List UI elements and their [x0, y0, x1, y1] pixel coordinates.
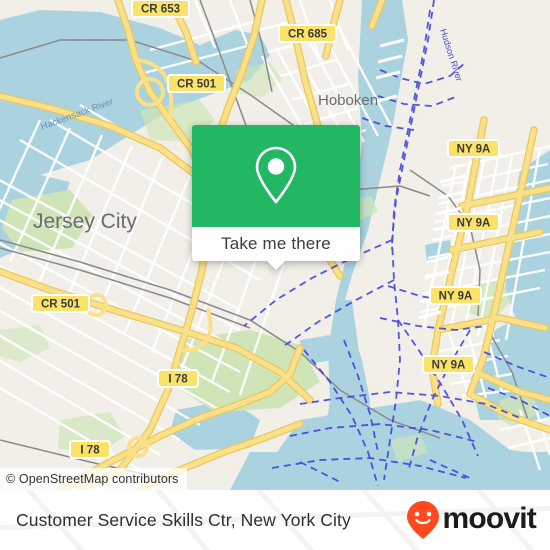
location-title-text: Customer Service Skills Ctr, New York Ci… — [16, 509, 351, 530]
place-label-jersey-city: Jersey City — [33, 210, 137, 233]
location-pin-icon — [255, 146, 297, 204]
route-shield: CR 501 — [167, 74, 226, 93]
place-label-hoboken: Hoboken — [318, 92, 378, 109]
route-shield: CR 501 — [31, 294, 90, 313]
take-me-there-label: Take me there — [221, 234, 331, 253]
svg-text:NY 9A: NY 9A — [432, 360, 466, 372]
popup-action-bar[interactable]: Take me there — [192, 227, 360, 261]
svg-text:NY 9A: NY 9A — [439, 291, 473, 303]
svg-text:CR 685: CR 685 — [288, 29, 328, 41]
svg-text:CR 653: CR 653 — [141, 4, 180, 16]
moovit-map-screenshot: Hackensack River Hudson River Jersey Cit… — [0, 0, 550, 550]
location-popup-card[interactable]: Take me there — [192, 125, 360, 270]
moovit-wordmark: moovit — [442, 502, 536, 535]
location-title: Customer Service Skills Ctr, New York Ci… — [16, 490, 351, 550]
footer-bar: Customer Service Skills Ctr, New York Ci… — [0, 490, 550, 550]
route-shield: CR 685 — [278, 24, 337, 43]
svg-text:I 78: I 78 — [168, 374, 188, 386]
route-shield: I 78 — [69, 440, 111, 459]
attribution-text: © OpenStreetMap contributors — [6, 472, 179, 486]
svg-text:NY 9A: NY 9A — [457, 144, 491, 156]
moovit-smiley-pin-icon — [407, 501, 440, 539]
svg-text:CR 501: CR 501 — [177, 79, 217, 91]
popup-header — [192, 125, 360, 227]
route-shield: NY 9A — [447, 139, 500, 158]
moovit-brand[interactable]: moovit — [406, 490, 537, 550]
route-shield: NY 9A — [422, 355, 475, 374]
route-shield: CR 653 — [131, 0, 190, 18]
svg-text:NY 9A: NY 9A — [457, 218, 491, 230]
svg-text:CR 501: CR 501 — [41, 299, 81, 311]
route-shield: I 78 — [157, 369, 199, 388]
popup-pointer-tail — [267, 261, 285, 270]
svg-text:I 78: I 78 — [80, 445, 100, 457]
route-shield: NY 9A — [447, 213, 500, 232]
route-shield: NY 9A — [429, 286, 482, 305]
osm-attribution[interactable]: © OpenStreetMap contributors — [0, 468, 187, 490]
